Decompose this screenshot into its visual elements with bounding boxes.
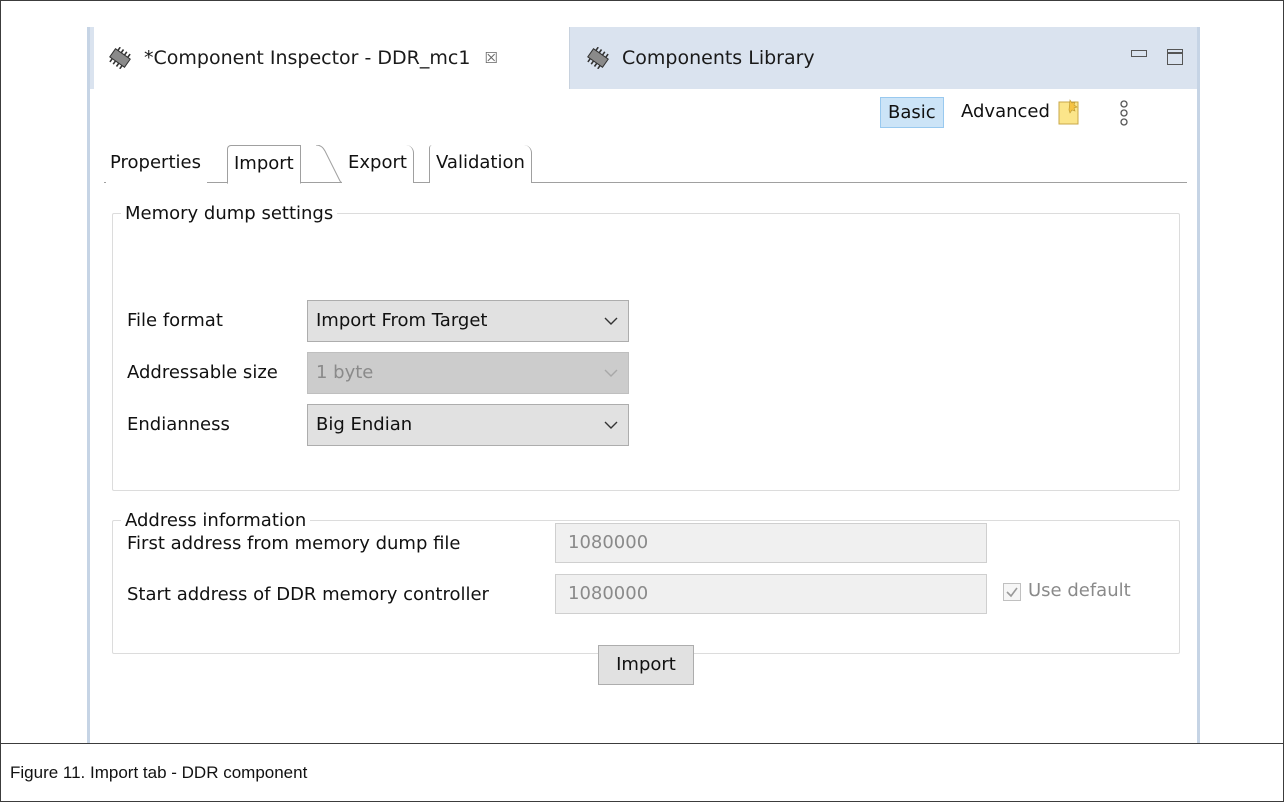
chevron-down-icon	[604, 317, 618, 325]
start-address-label: Start address of DDR memory controller	[127, 584, 489, 605]
use-default-label: Use default	[1028, 580, 1131, 601]
chevron-down-icon	[604, 421, 618, 429]
tab-components-library[interactable]: Components Library	[570, 27, 990, 89]
memory-dump-settings-legend: Memory dump settings	[125, 203, 334, 224]
start-address-field[interactable]: 1080000	[555, 574, 987, 614]
tab-component-inspector-label: *Component Inspector - DDR_mc1	[144, 47, 471, 69]
basic-mode-button[interactable]: Basic	[880, 97, 944, 128]
tab-component-inspector[interactable]: *Component Inspector - DDR_mc1 ☒	[94, 27, 570, 89]
minimize-icon[interactable]	[1130, 49, 1147, 65]
tab-components-library-label: Components Library	[622, 47, 815, 69]
memory-dump-settings-group: Memory dump settings	[112, 203, 1180, 491]
tab-properties[interactable]: Properties	[106, 145, 207, 183]
addressable-size-select: 1 byte	[307, 352, 629, 394]
view-tab-bar: *Component Inspector - DDR_mc1 ☒ Compone…	[90, 27, 1197, 89]
addressable-size-value: 1 byte	[316, 362, 374, 383]
tab-export[interactable]: Export	[342, 145, 414, 183]
address-information-legend: Address information	[125, 510, 307, 531]
chevron-down-icon	[604, 369, 618, 377]
endianness-select[interactable]: Big Endian	[307, 404, 629, 446]
more-options-icon[interactable]	[1119, 99, 1129, 127]
file-format-label: File format	[127, 310, 223, 331]
inspector-toolbar: Basic Advanced	[90, 89, 1197, 133]
inspector-subtab-bar: Properties Import Export Validation	[104, 135, 1187, 184]
caption-divider	[0, 743, 1284, 744]
tab-import[interactable]: Import	[227, 145, 301, 184]
tab-import-edge	[316, 145, 344, 183]
endianness-label: Endianness	[127, 414, 230, 435]
chip-component-icon	[587, 47, 609, 69]
figure-caption: Figure 11. Import tab - DDR component	[10, 763, 308, 782]
file-format-value: Import From Target	[316, 310, 488, 331]
endianness-value: Big Endian	[316, 414, 413, 435]
use-default-checkbox[interactable]	[1003, 583, 1021, 601]
advanced-mode-button[interactable]: Advanced	[954, 97, 1057, 128]
first-address-field[interactable]: 1080000	[555, 523, 987, 563]
component-inspector-window: *Component Inspector - DDR_mc1 ☒ Compone…	[87, 27, 1200, 743]
import-button[interactable]: Import	[598, 645, 694, 685]
maximize-icon[interactable]	[1167, 49, 1183, 65]
new-note-icon[interactable]	[1058, 99, 1080, 125]
first-address-label: First address from memory dump file	[127, 533, 461, 554]
tab-validation[interactable]: Validation	[429, 145, 532, 183]
checkmark-icon	[1006, 587, 1018, 598]
chip-component-icon	[109, 47, 131, 69]
addressable-size-label: Addressable size	[127, 362, 278, 383]
close-icon[interactable]: ☒	[484, 49, 497, 67]
file-format-select[interactable]: Import From Target	[307, 300, 629, 342]
